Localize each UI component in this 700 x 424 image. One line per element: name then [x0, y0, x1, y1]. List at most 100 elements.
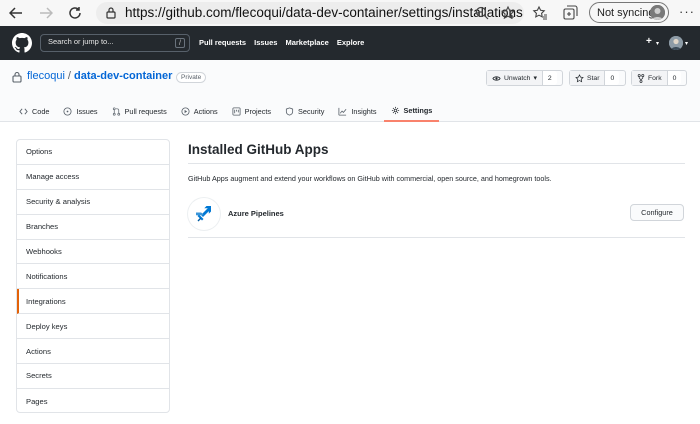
- arrow-right-icon: [40, 7, 53, 19]
- tab-projects-label: Projects: [244, 106, 272, 116]
- create-new-button[interactable]: +: [646, 36, 652, 47]
- unwatch-label-wrap[interactable]: Unwatch ▾: [487, 71, 543, 85]
- settings-sidebar: Options Manage access Security & analysi…: [16, 139, 170, 413]
- favorite-add-icon[interactable]: [500, 5, 516, 21]
- sidebar-item-deploy-keys[interactable]: Deploy keys: [17, 314, 169, 340]
- tab-projects[interactable]: Projects: [225, 100, 278, 122]
- star-label-wrap[interactable]: Star: [570, 71, 606, 85]
- tab-insights[interactable]: Insights: [331, 100, 383, 122]
- pull-request-icon: [112, 106, 120, 116]
- tab-pull-requests[interactable]: Pull requests: [105, 100, 174, 122]
- sync-status-label: Not syncing: [597, 6, 655, 19]
- list-item: Azure Pipelines Configure: [188, 192, 685, 238]
- eye-icon: [492, 75, 501, 81]
- lock-icon[interactable]: [104, 6, 118, 20]
- unwatch-button[interactable]: Unwatch ▾ 2: [486, 70, 563, 86]
- arrow-left-icon: [9, 7, 22, 19]
- tab-settings[interactable]: Settings: [383, 100, 440, 122]
- fork-label-wrap[interactable]: Fork: [632, 71, 668, 85]
- tab-settings-label: Settings: [403, 105, 433, 115]
- refresh-icon: [69, 7, 81, 19]
- nav-issues[interactable]: Issues: [254, 38, 277, 47]
- tab-insights-label: Insights: [351, 106, 377, 116]
- search-shortcut-key: /: [175, 38, 185, 48]
- graph-icon: [338, 107, 347, 116]
- star-label: Star: [587, 74, 600, 82]
- tab-code[interactable]: Code: [12, 100, 56, 122]
- sidebar-item-security-analysis[interactable]: Security & analysis: [17, 190, 169, 215]
- nav-explore[interactable]: Explore: [337, 38, 365, 47]
- watch-count[interactable]: 2: [542, 71, 557, 85]
- sidebar-item-options[interactable]: Options: [17, 140, 169, 165]
- play-icon: [181, 106, 190, 116]
- nav-marketplace[interactable]: Marketplace: [285, 38, 328, 47]
- issue-icon: [63, 106, 72, 116]
- tab-issues-label: Issues: [76, 106, 98, 116]
- repo-title: flecoqui / data-dev-container: [27, 70, 172, 82]
- repo-separator: /: [67, 70, 71, 82]
- repo-owner-link[interactable]: flecoqui: [27, 70, 65, 82]
- title-divider: [188, 163, 685, 164]
- sidebar-item-secrets[interactable]: Secrets: [17, 364, 169, 389]
- repo-header: flecoqui / data-dev-container Private Un…: [0, 60, 700, 122]
- header-nav: Pull requests Issues Marketplace Explore: [199, 38, 364, 47]
- app-logo: [188, 198, 220, 230]
- sidebar-item-webhooks[interactable]: Webhooks: [17, 240, 169, 265]
- browser-toolbar: https://github.com/flecoqui/data-dev-con…: [0, 0, 700, 26]
- unwatch-label: Unwatch: [504, 74, 531, 82]
- fork-icon: [637, 73, 645, 83]
- sidebar-item-integrations[interactable]: Integrations: [17, 289, 169, 315]
- project-icon: [232, 106, 241, 116]
- lock-icon: [12, 71, 22, 83]
- nav-pull-requests[interactable]: Pull requests: [199, 38, 246, 47]
- tab-issues[interactable]: Issues: [56, 100, 104, 122]
- favorites-icon[interactable]: [531, 4, 549, 22]
- caret-down-icon: ▾: [656, 41, 660, 47]
- avatar-caret-down-icon: ▾: [685, 41, 689, 47]
- user-avatar[interactable]: [669, 36, 683, 50]
- tab-pull-requests-label: Pull requests: [124, 106, 167, 116]
- refresh-button[interactable]: [65, 3, 85, 23]
- azure-pipelines-icon: [196, 206, 211, 222]
- collections-icon[interactable]: [561, 4, 579, 22]
- tab-code-label: Code: [32, 106, 50, 116]
- back-button[interactable]: [6, 3, 26, 23]
- configure-button[interactable]: Configure: [630, 204, 684, 221]
- caret-down-icon: ▾: [533, 75, 537, 82]
- zoom-icon[interactable]: [474, 5, 490, 21]
- sidebar-item-pages[interactable]: Pages: [17, 389, 169, 414]
- fork-count[interactable]: 0: [667, 71, 682, 85]
- page-title: Installed GitHub Apps: [188, 142, 329, 157]
- forward-button[interactable]: [36, 3, 56, 23]
- shield-icon: [285, 106, 294, 116]
- app-name: Azure Pipelines: [228, 209, 284, 218]
- sidebar-item-notifications[interactable]: Notifications: [17, 264, 169, 290]
- fork-button[interactable]: Fork 0: [631, 70, 687, 86]
- sidebar-item-branches[interactable]: Branches: [17, 215, 169, 240]
- gear-icon: [391, 106, 399, 114]
- tab-actions[interactable]: Actions: [174, 100, 225, 122]
- sidebar-item-actions[interactable]: Actions: [17, 339, 169, 365]
- search-placeholder: Search or jump to...: [48, 37, 114, 46]
- code-icon: [19, 108, 28, 114]
- search-input[interactable]: Search or jump to... /: [40, 34, 190, 52]
- github-header: Search or jump to... / Pull requests Iss…: [0, 26, 700, 60]
- tab-security[interactable]: Security: [278, 100, 331, 122]
- url-text[interactable]: https://github.com/flecoqui/data-dev-con…: [125, 5, 523, 20]
- address-bar[interactable]: https://github.com/flecoqui/data-dev-con…: [96, 2, 524, 24]
- fork-label: Fork: [648, 74, 662, 82]
- github-logo-icon[interactable]: [12, 33, 32, 53]
- repo-tabs: Code Issues Pull requests Actions Projec…: [12, 100, 440, 122]
- visibility-badge: Private: [176, 72, 207, 83]
- repo-name-link[interactable]: data-dev-container: [74, 70, 172, 82]
- browser-menu-button[interactable]: ···: [679, 4, 695, 19]
- sidebar-item-manage-access[interactable]: Manage access: [17, 165, 169, 190]
- tab-actions-label: Actions: [193, 106, 218, 116]
- page-description: GitHub Apps augment and extend your work…: [188, 174, 552, 183]
- star-button[interactable]: Star 0: [569, 70, 626, 86]
- star-icon: [575, 73, 584, 82]
- profile-avatar: [650, 5, 665, 20]
- profile-sync-button[interactable]: Not syncing: [589, 2, 669, 23]
- star-count[interactable]: 0: [605, 71, 620, 85]
- tab-security-label: Security: [298, 106, 325, 116]
